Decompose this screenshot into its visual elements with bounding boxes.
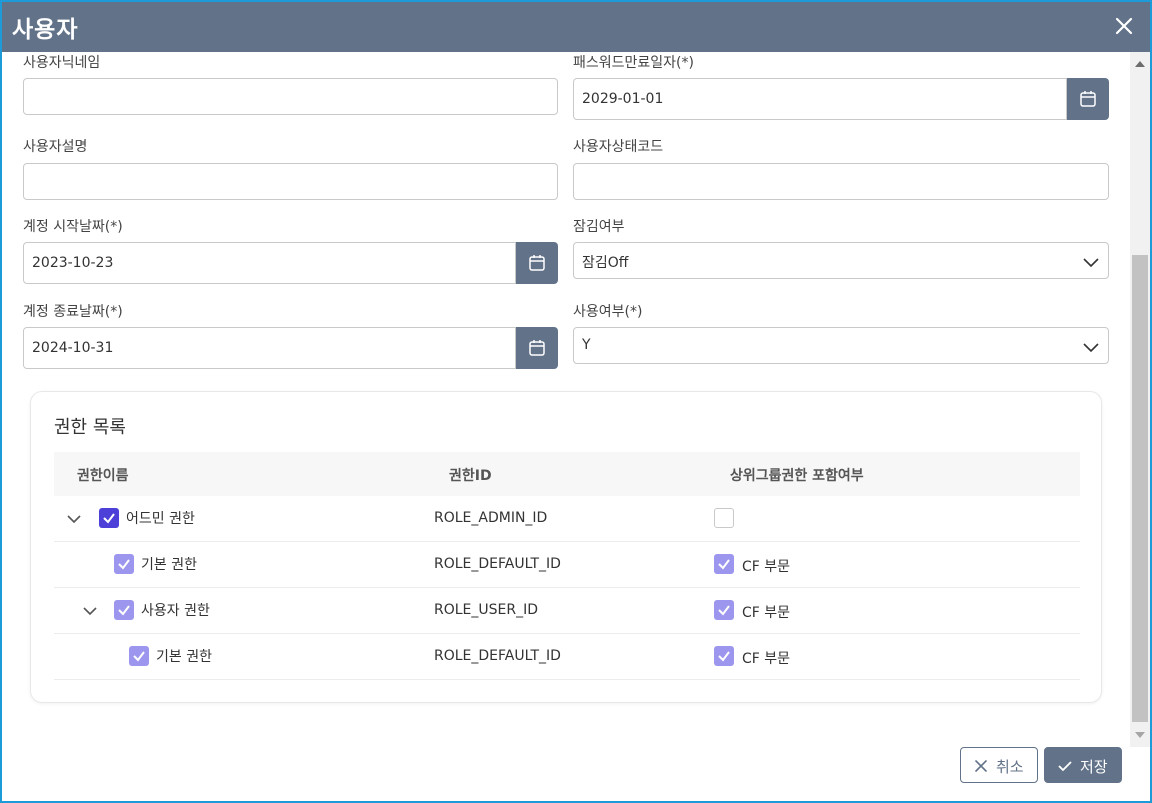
start-date-calendar-button[interactable] bbox=[516, 242, 558, 284]
check-icon bbox=[133, 651, 145, 662]
include-checkbox[interactable] bbox=[714, 508, 734, 528]
save-button-label: 저장 bbox=[1080, 759, 1108, 776]
column-header-role-name: 권한이름 bbox=[77, 468, 129, 484]
close-icon[interactable] bbox=[1112, 14, 1136, 38]
check-icon bbox=[1058, 761, 1072, 772]
password-expiry-input[interactable]: 2029-01-01 bbox=[573, 78, 1067, 120]
use-select[interactable]: Y bbox=[573, 327, 1109, 364]
column-header-role-id: 권한ID bbox=[449, 468, 492, 484]
chevron-down-icon bbox=[1083, 258, 1099, 268]
vertical-scrollbar[interactable] bbox=[1130, 52, 1150, 747]
lock-label: 잠김여부 bbox=[573, 219, 625, 235]
lock-select[interactable]: 잠김Off bbox=[573, 242, 1109, 279]
lock-select-value: 잠김Off bbox=[582, 255, 629, 271]
role-checkbox[interactable] bbox=[129, 646, 149, 666]
role-name: 사용자 권한 bbox=[141, 603, 210, 619]
calendar-icon bbox=[529, 255, 545, 271]
role-list-title: 권한 목록 bbox=[54, 417, 126, 438]
include-checkbox[interactable] bbox=[714, 646, 734, 666]
role-name: 기본 권한 bbox=[141, 557, 197, 573]
scroll-up-icon[interactable] bbox=[1135, 61, 1145, 67]
table-row[interactable]: 어드민 권한 ROLE_ADMIN_ID bbox=[54, 496, 1080, 542]
close-icon bbox=[975, 760, 987, 772]
include-checkbox[interactable] bbox=[714, 554, 734, 574]
table-row[interactable]: 기본 권한 ROLE_DEFAULT_ID CF 부문 bbox=[54, 542, 1080, 588]
role-table-header: 권한이름 권한ID 상위그룹권한 포함여부 bbox=[54, 452, 1080, 496]
include-label: CF 부문 bbox=[742, 605, 791, 621]
calendar-icon bbox=[529, 340, 545, 356]
scroll-down-icon[interactable] bbox=[1135, 732, 1145, 738]
check-icon bbox=[718, 651, 730, 662]
table-row[interactable]: 기본 권한 ROLE_DEFAULT_ID CF 부문 bbox=[54, 634, 1080, 680]
role-checkbox[interactable] bbox=[99, 508, 119, 528]
check-icon bbox=[718, 559, 730, 570]
scrollbar-thumb[interactable] bbox=[1132, 255, 1148, 722]
description-input[interactable] bbox=[23, 163, 558, 200]
end-date-calendar-button[interactable] bbox=[516, 327, 558, 369]
calendar-icon bbox=[1080, 91, 1096, 107]
start-date-label: 계정 시작날짜(*) bbox=[23, 219, 123, 235]
include-label: CF 부문 bbox=[742, 559, 791, 575]
status-code-label: 사용자상태코드 bbox=[573, 139, 664, 155]
check-icon bbox=[118, 559, 130, 570]
end-date-input[interactable]: 2024-10-31 bbox=[23, 327, 516, 369]
role-checkbox[interactable] bbox=[114, 600, 134, 620]
include-label: CF 부문 bbox=[742, 651, 791, 667]
cancel-button[interactable]: 취소 bbox=[960, 747, 1038, 783]
dialog-body: 사용자닉네임 패스워드만료일자(*) 2029-01-01 사용자설명 사용자상… bbox=[2, 52, 1130, 742]
nickname-input[interactable] bbox=[23, 78, 558, 115]
role-checkbox[interactable] bbox=[114, 554, 134, 574]
dialog-window: 사용자 사용자닉네임 패스워드만료일자(*) 2029-01-01 사용자설명 … bbox=[0, 0, 1152, 803]
save-button[interactable]: 저장 bbox=[1044, 747, 1122, 783]
check-icon bbox=[103, 513, 115, 524]
table-row[interactable]: 사용자 권한 ROLE_USER_ID CF 부문 bbox=[54, 588, 1080, 634]
chevron-down-icon[interactable] bbox=[82, 603, 98, 619]
use-label: 사용여부(*) bbox=[573, 304, 643, 320]
dialog-title: 사용자 bbox=[12, 17, 79, 43]
description-label: 사용자설명 bbox=[23, 139, 88, 155]
role-id: ROLE_DEFAULT_ID bbox=[434, 648, 561, 664]
role-id: ROLE_USER_ID bbox=[434, 602, 539, 618]
password-expiry-calendar-button[interactable] bbox=[1067, 78, 1109, 120]
role-name: 어드민 권한 bbox=[126, 511, 195, 527]
chevron-down-icon bbox=[1083, 343, 1099, 353]
status-code-input[interactable] bbox=[573, 163, 1109, 200]
cancel-button-label: 취소 bbox=[996, 759, 1024, 776]
role-list-card: 권한 목록 권한이름 권한ID 상위그룹권한 포함여부 어드민 권한 ROLE_… bbox=[30, 391, 1102, 703]
start-date-input[interactable]: 2023-10-23 bbox=[23, 242, 516, 284]
titlebar: 사용자 bbox=[2, 2, 1150, 52]
chevron-down-icon[interactable] bbox=[66, 511, 82, 527]
end-date-label: 계정 종료날짜(*) bbox=[23, 304, 123, 320]
role-id: ROLE_DEFAULT_ID bbox=[434, 556, 561, 572]
password-expiry-label: 패스워드만료일자(*) bbox=[573, 55, 694, 71]
role-name: 기본 권한 bbox=[156, 649, 212, 665]
role-id: ROLE_ADMIN_ID bbox=[434, 510, 548, 526]
include-checkbox[interactable] bbox=[714, 600, 734, 620]
use-select-value: Y bbox=[582, 337, 591, 353]
check-icon bbox=[118, 605, 130, 616]
nickname-label: 사용자닉네임 bbox=[23, 55, 101, 71]
column-header-include: 상위그룹권한 포함여부 bbox=[730, 468, 864, 484]
check-icon bbox=[718, 605, 730, 616]
